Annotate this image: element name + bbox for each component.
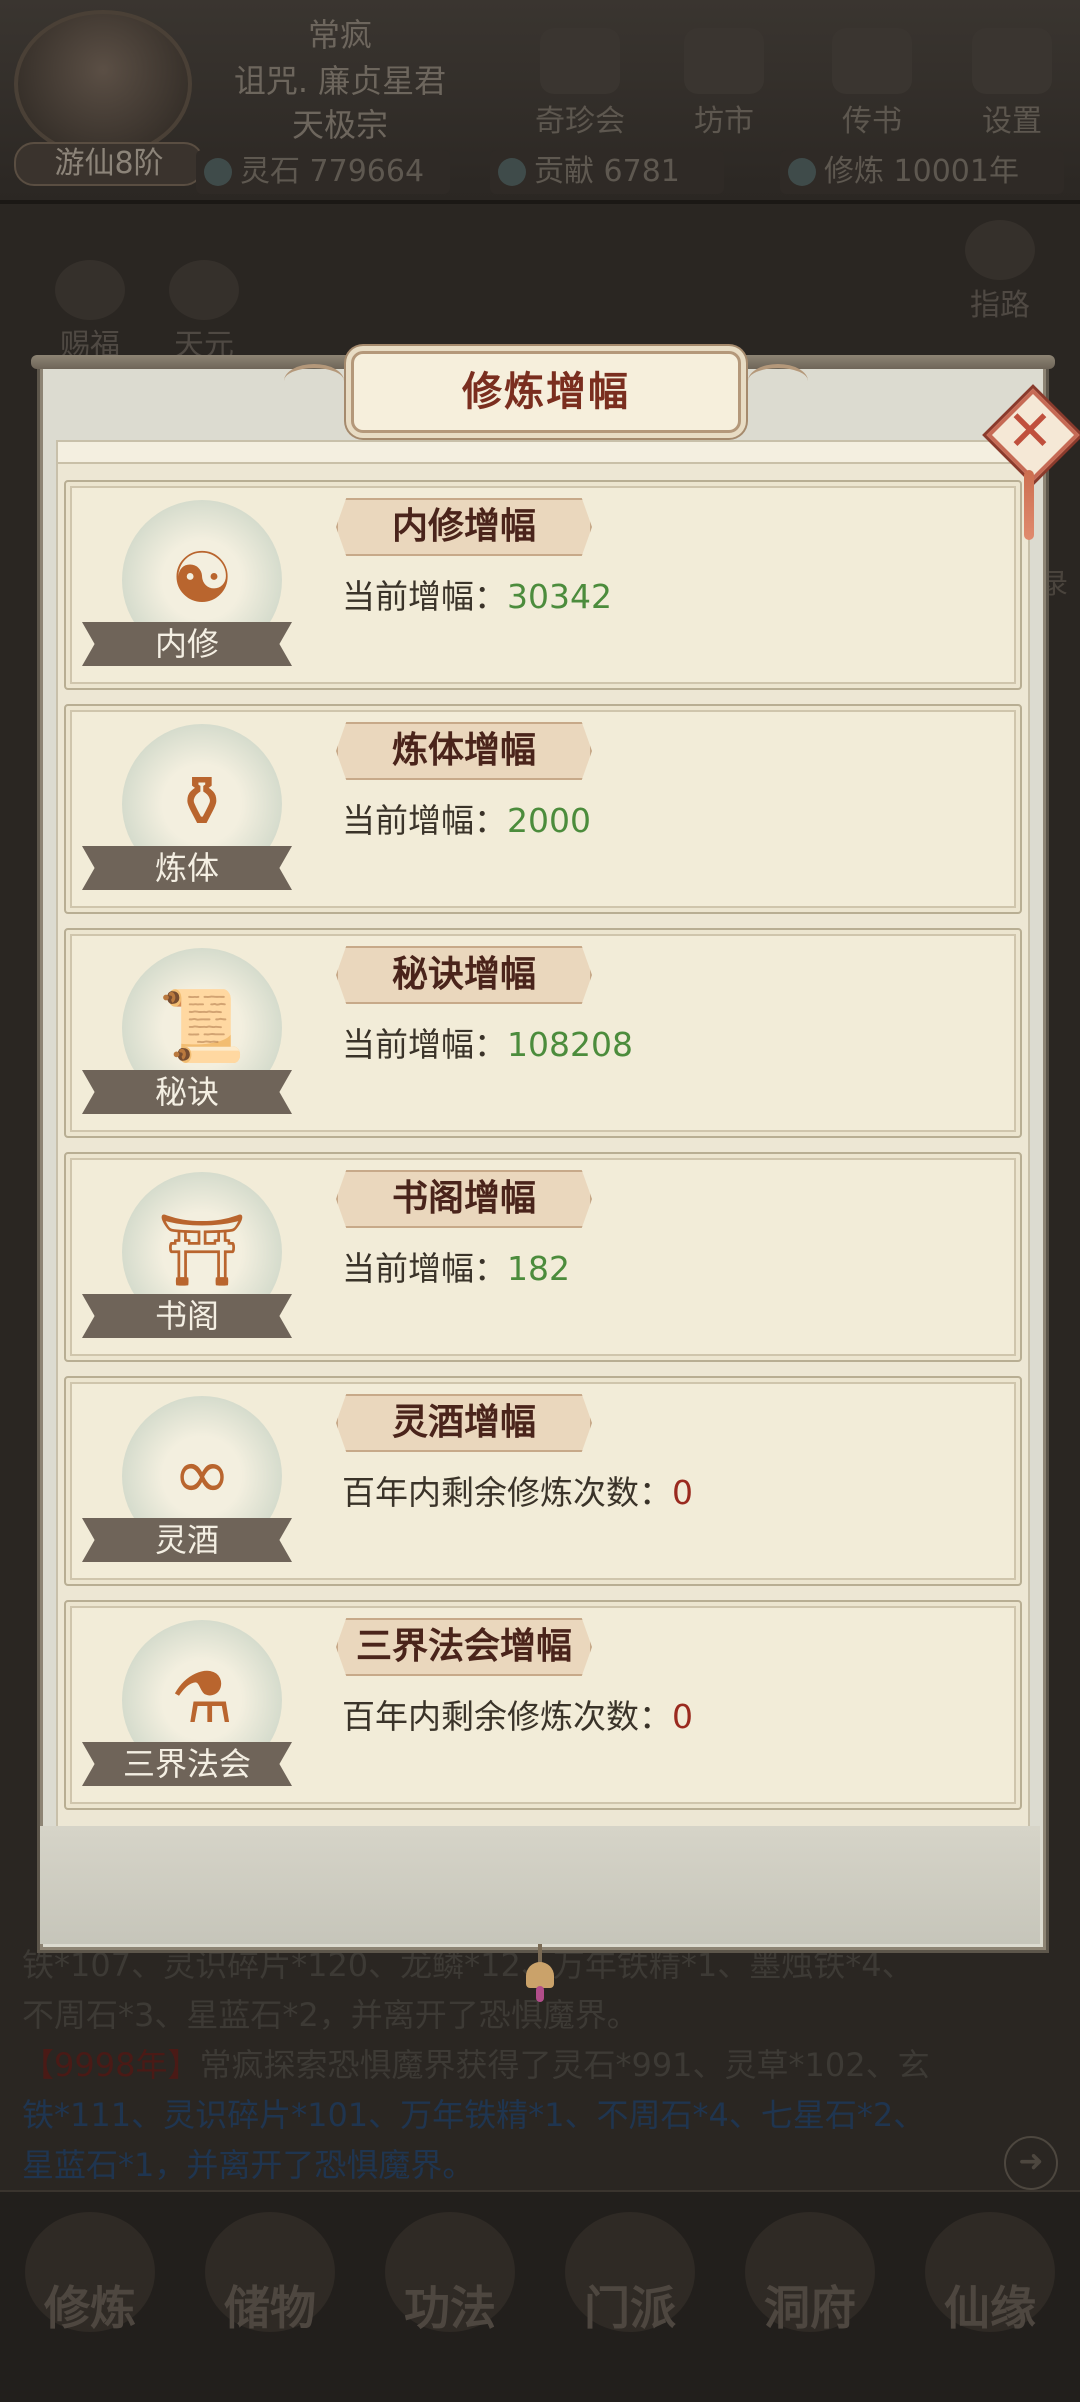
card-value: 108208 <box>507 1025 633 1064</box>
emblem-label: 灵酒 <box>154 1521 219 1559</box>
top-status-bar: 游仙8阶 常疯 诅咒. 廉贞星君 天极宗 灵石 779664 贡献 6781 修… <box>0 0 1080 204</box>
boost-card-secret: 📜 秘诀 秘诀增幅 当前增幅：108208 <box>64 928 1022 1138</box>
card-title: 三界法会增幅 <box>355 1626 572 1667</box>
censer-icon: ⚗ <box>170 1657 234 1739</box>
player-rank: 游仙8阶 <box>14 142 204 186</box>
card-value: 0 <box>672 1473 693 1512</box>
card-value: 2000 <box>507 801 591 840</box>
spirit-wine-emblem: ∞ 灵酒 <box>82 1388 292 1574</box>
nav-cultivate[interactable]: 修炼 <box>10 2212 170 2338</box>
market-button[interactable]: 坊市 <box>664 28 784 140</box>
scroll-icon: 📜 <box>158 985 246 1067</box>
resource-cultivation: 修炼 10001年 <box>780 150 1064 194</box>
spirit-stone-icon <box>204 158 232 186</box>
blessing-button[interactable]: 赐福 <box>40 260 140 364</box>
tianyuan-icon <box>169 260 239 320</box>
guide-button[interactable]: 指路 <box>950 220 1050 324</box>
log-line: 星蓝石*1，并离开了恐惧魔界。 <box>22 2146 475 2184</box>
message-button[interactable]: 传书 <box>812 28 932 140</box>
card-title: 秘诀增幅 <box>391 954 536 995</box>
secret-art-emblem: 📜 秘诀 <box>82 940 292 1126</box>
card-stat: 当前增幅：108208 <box>342 1025 633 1064</box>
bell-icon <box>522 1944 558 2002</box>
urn-icon: ⚱ <box>172 761 232 843</box>
nav-fate[interactable]: 仙缘 <box>910 2212 1070 2338</box>
card-title: 书阁增幅 <box>391 1178 536 1219</box>
card-stat: 当前增幅：30342 <box>342 577 612 616</box>
dialog-bottom-mist <box>40 1826 1040 1944</box>
contribution-icon <box>498 158 526 186</box>
card-stat: 百年内剩余修炼次数：0 <box>342 1473 693 1512</box>
log-line: 铁*111、灵识碎片*101、万年铁精*1、不周石*4、七星石*2、 <box>22 2096 926 2134</box>
dialog-title: 修炼增幅 <box>462 369 630 415</box>
boost-card-assembly: ⚗ 三界法会 三界法会增幅 百年内剩余修炼次数：0 <box>64 1600 1022 1810</box>
gear-icon <box>972 28 1052 94</box>
body-refining-emblem: ⚱ 炼体 <box>82 716 292 902</box>
tianyuan-button[interactable]: 天元 <box>154 260 254 364</box>
treasure-icon <box>540 28 620 94</box>
card-title: 灵酒增幅 <box>391 1402 536 1443</box>
pagoda-icon: ⛩ <box>157 1209 247 1291</box>
cultivation-icon <box>788 158 816 186</box>
mountain-icon <box>965 220 1035 280</box>
player-avatar[interactable] <box>14 10 192 158</box>
resource-contribution: 贡献 6781 <box>490 150 724 194</box>
log-arrow-button[interactable]: ➜ <box>1004 2136 1058 2190</box>
card-title: 内修增幅 <box>391 506 536 547</box>
list-top-edge <box>58 442 1028 464</box>
emblem-label: 炼体 <box>154 849 219 887</box>
emblem-label: 书阁 <box>154 1297 219 1335</box>
bird-icon <box>832 28 912 94</box>
card-stat: 当前增幅：182 <box>342 1249 570 1288</box>
boost-card-body: ⚱ 炼体 炼体增幅 当前增幅：2000 <box>64 704 1022 914</box>
close-icon: ✕ <box>1006 399 1054 464</box>
dialog-title-plate: 修炼增幅 <box>284 351 808 433</box>
inner-cultivation-emblem: ☯ 内修 <box>82 492 292 678</box>
library-emblem: ⛩ 书阁 <box>82 1164 292 1350</box>
boost-list[interactable]: ☯ 内修 内修增幅 当前增幅：30342 ⚱ 炼体 炼体增幅 当前增幅：2000… <box>56 440 1030 1830</box>
nav-sect[interactable]: 门派 <box>550 2212 710 2338</box>
boost-card-inner: ☯ 内修 内修增幅 当前增幅：30342 <box>64 480 1022 690</box>
market-icon <box>684 28 764 94</box>
treasure-auction-button[interactable]: 奇珍会 <box>520 28 640 140</box>
boost-card-wine: ∞ 灵酒 灵酒增幅 百年内剩余修炼次数：0 <box>64 1376 1022 1586</box>
resource-spirit-stone: 灵石 779664 <box>196 150 450 194</box>
player-title: 诅咒. 廉贞星君 <box>233 62 447 100</box>
nav-storage[interactable]: 储物 <box>190 2212 350 2338</box>
card-value: 0 <box>672 1697 693 1736</box>
nav-cave[interactable]: 洞府 <box>730 2212 890 2338</box>
boost-card-library: ⛩ 书阁 书阁增幅 当前增幅：182 <box>64 1152 1022 1362</box>
card-value: 30342 <box>507 577 612 616</box>
emblem-label: 内修 <box>154 625 219 663</box>
close-button[interactable]: ✕ <box>986 388 1080 482</box>
emblem-label: 三界法会 <box>122 1745 251 1783</box>
bottom-navigation: 修炼 储物 功法 门派 洞府 仙缘 <box>0 2190 1080 2402</box>
emblem-label: 秘诀 <box>154 1073 219 1111</box>
log-line: 【9998年】常疯探索恐惧魔界获得了灵石*991、灵草*102、玄 <box>22 2046 930 2084</box>
card-value: 182 <box>507 1249 570 1288</box>
settings-button[interactable]: 设置 <box>952 28 1072 140</box>
blessing-icon <box>55 260 125 320</box>
card-stat: 当前增幅：2000 <box>342 801 591 840</box>
swirl-icon: ☯ <box>170 537 234 619</box>
cloud-icon: ∞ <box>172 1433 232 1515</box>
card-title: 炼体增幅 <box>391 730 536 771</box>
tassel-decoration <box>1024 470 1034 540</box>
player-name: 常疯 <box>307 16 372 54</box>
assembly-emblem: ⚗ 三界法会 <box>82 1612 292 1798</box>
nav-skills[interactable]: 功法 <box>370 2212 530 2338</box>
card-stat: 百年内剩余修炼次数：0 <box>342 1697 693 1736</box>
player-sect: 天极宗 <box>291 106 388 144</box>
